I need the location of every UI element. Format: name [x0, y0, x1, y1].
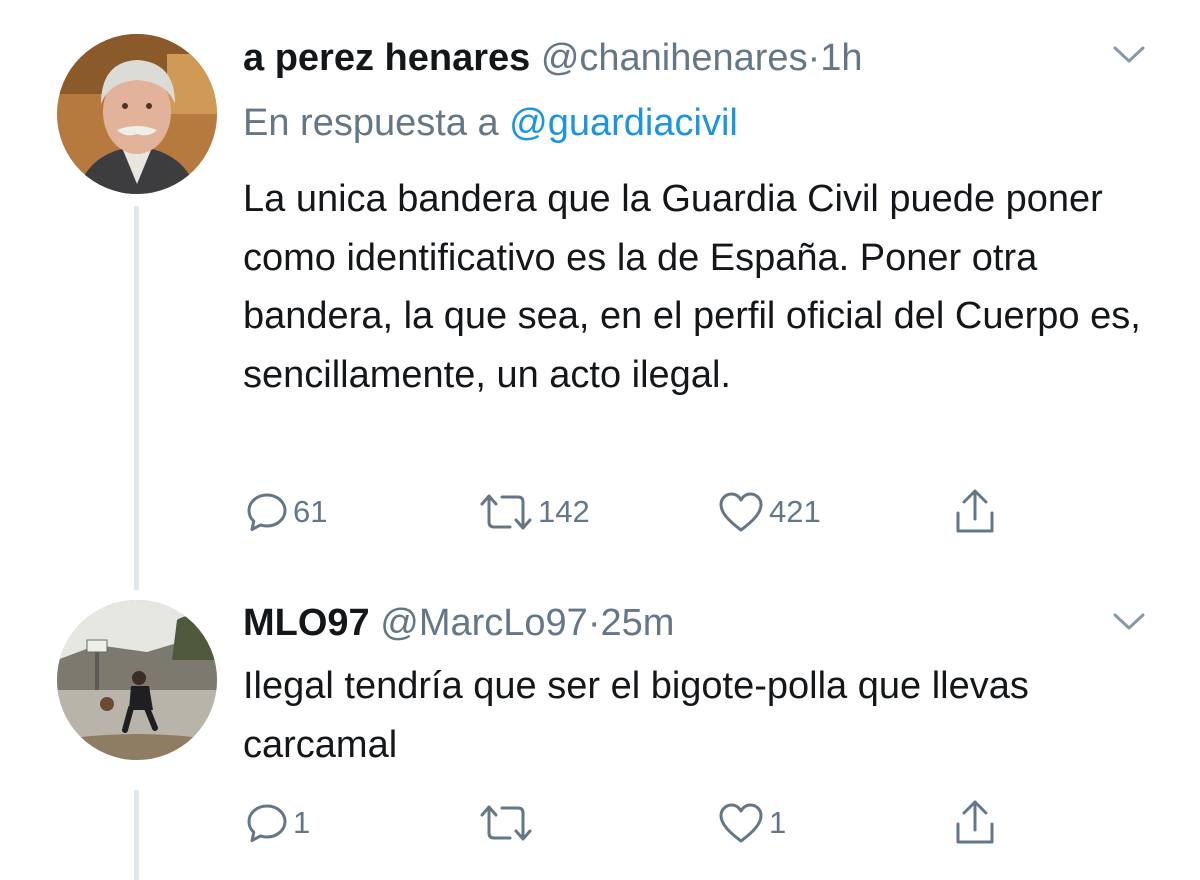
- reply-context: En respuesta a @guardiacivil: [243, 100, 738, 146]
- like-count: 1: [769, 805, 787, 840]
- reply-count: 61: [293, 494, 328, 529]
- display-name[interactable]: MLO97: [243, 602, 370, 644]
- timestamp[interactable]: 25m: [600, 602, 674, 644]
- user-handle[interactable]: @chanihenares: [541, 37, 808, 79]
- tweet-header: MLO97 @MarcLo97·25m: [243, 600, 674, 646]
- reply-icon: [247, 493, 287, 531]
- retweet-button[interactable]: 142: [478, 487, 590, 537]
- retweet-count: 142: [538, 494, 590, 529]
- separator-dot: ·: [587, 602, 601, 644]
- share-button[interactable]: [953, 487, 997, 537]
- like-button[interactable]: 421: [717, 487, 821, 537]
- share-button[interactable]: [953, 798, 997, 848]
- chevron-down-icon[interactable]: [1112, 44, 1146, 66]
- timestamp[interactable]: 1h: [820, 37, 862, 79]
- like-count: 421: [769, 494, 821, 529]
- reply-mention-link[interactable]: @guardiacivil: [509, 102, 738, 144]
- share-icon: [956, 800, 994, 844]
- thread-line-lower: [134, 790, 139, 880]
- avatar[interactable]: [57, 600, 217, 760]
- reply-icon: [247, 804, 287, 842]
- avatar-image: [57, 600, 217, 760]
- reply-prefix: En respuesta a: [243, 102, 510, 144]
- retweet-button[interactable]: [478, 798, 538, 848]
- thread-line-upper: [134, 206, 139, 590]
- retweet-icon: [480, 494, 532, 530]
- retweet-icon: [480, 805, 532, 841]
- like-button[interactable]: 1: [717, 798, 786, 848]
- user-handle[interactable]: @MarcLo97: [380, 602, 588, 644]
- separator-dot: ·: [807, 37, 821, 79]
- heart-icon: [719, 803, 763, 843]
- chevron-down-icon[interactable]: [1112, 611, 1146, 633]
- share-icon: [956, 489, 994, 533]
- avatar[interactable]: [57, 34, 217, 194]
- avatar-image: [57, 34, 217, 194]
- reply-button[interactable]: 61: [245, 487, 327, 537]
- tweet-text: La unica bandera que la Guardia Civil pu…: [243, 178, 1141, 396]
- heart-icon: [719, 492, 763, 532]
- reply-button[interactable]: 1: [245, 798, 310, 848]
- tweet-header: a perez henares @chanihenares·1h: [243, 35, 863, 81]
- reply-count: 1: [293, 805, 311, 840]
- tweet-text: Ilegal tendría que ser el bigote-polla q…: [243, 665, 1029, 766]
- display-name[interactable]: a perez henares: [243, 37, 530, 79]
